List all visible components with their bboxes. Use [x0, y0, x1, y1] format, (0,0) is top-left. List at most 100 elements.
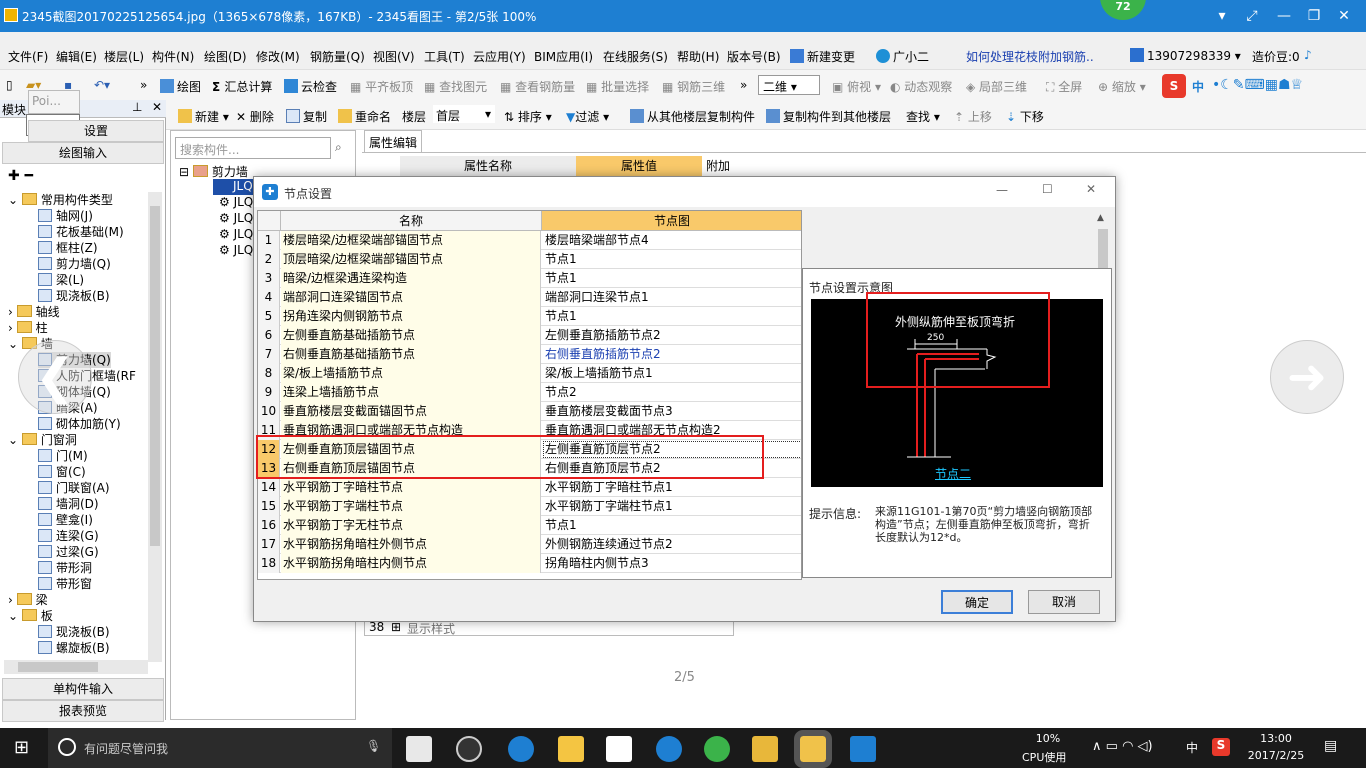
menu-modify[interactable]: 修改(M) [256, 48, 300, 65]
dialog-minimize-button[interactable]: — [996, 183, 1008, 197]
windows-start-icon[interactable]: ⊞ [14, 738, 34, 758]
tree-item[interactable]: 窗(C) [38, 464, 86, 480]
component-item[interactable]: ⚙ JLQ [219, 227, 253, 241]
menu-help[interactable]: 帮助(H) [677, 48, 719, 65]
node-value-cell[interactable]: 垂直筋楼层变截面节点3 [542, 402, 801, 421]
node-value-cell[interactable]: 水平钢筋丁字暗柱节点1 [542, 478, 801, 497]
move-up-button[interactable]: ⇡ 上移 [954, 108, 992, 125]
app-icon-green[interactable] [704, 736, 730, 762]
menu-version[interactable]: 版本号(B) [727, 48, 781, 65]
menu-rebar[interactable]: 钢筋量(Q) [310, 48, 365, 65]
draw-button[interactable]: 绘图 [160, 78, 201, 95]
menu-bim[interactable]: BIM应用(I) [534, 48, 593, 65]
tree-folder[interactable]: ⌄ 常用构件类型 [8, 192, 113, 208]
copy-from-floor-button[interactable]: 从其他楼层复制构件 [630, 108, 755, 125]
tree-item[interactable]: 花板基础(M) [38, 224, 124, 240]
next-image-arrow[interactable]: ➜ [1270, 340, 1344, 414]
fullscreen-button[interactable]: ⛶ 全屏 [1046, 78, 1082, 95]
expander-icon[interactable]: ⌄ [8, 193, 22, 207]
tree-item[interactable]: 螺旋板(B) [38, 640, 110, 656]
node-row[interactable]: 4 端部洞口连梁锚固节点 端部洞口连梁节点1 [258, 288, 801, 307]
copy-to-floor-button[interactable]: 复制构件到其他楼层 [766, 108, 891, 125]
tree-folder[interactable]: › 柱 [8, 320, 48, 336]
menu-component[interactable]: 构件(N) [152, 48, 194, 65]
menu-cloud[interactable]: 云应用(Y) [473, 48, 526, 65]
node-value-cell[interactable]: 节点1 [542, 269, 801, 288]
drawing-input-section[interactable]: 绘图输入 [2, 142, 164, 164]
tree-item[interactable]: 带形洞 [38, 560, 92, 576]
search-input[interactable]: 搜索构件... [175, 137, 331, 159]
node-value-cell[interactable]: 右侧垂直筋插筋节点2 [542, 345, 801, 364]
node-value-cell[interactable]: 拐角暗柱内侧节点3 [542, 554, 801, 573]
tree-item[interactable]: 墙洞(D) [38, 496, 99, 512]
expand-all-icon[interactable]: ✚ ━ [8, 168, 33, 184]
new-file-icon[interactable]: ▯ [6, 78, 13, 92]
menu-new-change[interactable]: 新建变更 [790, 48, 855, 65]
menu-online[interactable]: 在线服务(S) [603, 48, 668, 65]
expander-icon[interactable]: ⌄ [8, 337, 22, 351]
floor-select[interactable]: 首层 ▾ [432, 104, 496, 124]
menu-assistant[interactable]: 广小二 [876, 48, 929, 65]
tree-item[interactable]: 剪力墙(Q) [38, 256, 111, 272]
component-item[interactable]: ⚙ JLQ [219, 211, 253, 225]
report-section[interactable]: 报表预览 [2, 700, 164, 722]
search-icon[interactable]: ⌕ [335, 140, 342, 155]
dialog-scroll-thumb[interactable] [1098, 229, 1108, 269]
tray-ime[interactable]: 中 [1186, 739, 1198, 756]
settings-section[interactable]: 设置 [28, 120, 164, 142]
node-row[interactable]: 14 水平钢筋丁字暗柱节点 水平钢筋丁字暗柱节点1 [258, 478, 801, 497]
node-row[interactable]: 17 水平钢筋拐角暗柱外侧节点 外侧钢筋连续通过节点2 [258, 535, 801, 554]
menu-floor[interactable]: 楼层(L) [104, 48, 144, 65]
orbit-button[interactable]: ◐ 动态观察 [890, 78, 952, 95]
menu-edit[interactable]: 编辑(E) [56, 48, 97, 65]
expand-icon[interactable]: ⊞ [391, 620, 401, 634]
tree-item[interactable]: 现浇板(B) [38, 288, 110, 304]
close-button[interactable]: ✕ [1334, 6, 1354, 26]
delete-button[interactable]: ✕ 删除 [236, 108, 274, 125]
cancel-button[interactable]: 取消 [1028, 590, 1100, 614]
node-link[interactable]: 节点二 [935, 465, 971, 482]
tree-item[interactable]: 带形窗 [38, 576, 92, 592]
tray-sogou-icon[interactable]: S [1212, 738, 1230, 756]
node-row[interactable]: 8 梁/板上墙插筋节点 梁/板上墙插筋节点1 [258, 364, 801, 383]
tree-item[interactable]: 壁龛(I) [38, 512, 93, 528]
dialog-close-button[interactable]: ✕ [1086, 182, 1096, 196]
node-row[interactable]: 18 水平钢筋拐角暗柱内侧节点 拐角暗柱内侧节点3 [258, 554, 801, 573]
node-value-cell[interactable]: 端部洞口连梁节点1 [542, 288, 801, 307]
expander-icon[interactable]: › [8, 593, 17, 607]
help-link[interactable]: 如何处理花枝附加钢筋.. [966, 48, 1094, 65]
notification-icon[interactable]: ▤ [1324, 738, 1337, 754]
node-value-cell[interactable]: 梁/板上墙插筋节点1 [542, 364, 801, 383]
pin-icon[interactable]: ⊥ [132, 100, 142, 114]
ime-tools-icon[interactable]: •☾✎⌨▦☗♕ [1212, 77, 1303, 93]
ime-lang[interactable]: 中 [1192, 78, 1204, 95]
node-value-cell[interactable]: 外侧钢筋连续通过节点2 [542, 535, 801, 554]
move-down-button[interactable]: ⇣ 下移 [1006, 108, 1044, 125]
node-value-cell[interactable]: 水平钢筋丁字端柱节点1 [542, 497, 801, 516]
rebar-3d-button[interactable]: ▦ 钢筋三维 [662, 78, 725, 95]
edge-icon[interactable] [508, 736, 534, 762]
view-rebar-button[interactable]: ▦ 查看钢筋量 [500, 78, 575, 95]
user-account[interactable]: 13907298339 ▾ [1130, 48, 1241, 63]
tree-hscrollbar[interactable] [4, 660, 148, 674]
node-row[interactable]: 16 水平钢筋丁字无柱节点 节点1 [258, 516, 801, 535]
copy-button[interactable]: 复制 [286, 108, 327, 125]
single-input-section[interactable]: 单构件输入 [2, 678, 164, 700]
local-3d-button[interactable]: ◈ 局部三维 [966, 78, 1027, 95]
top-view-button[interactable]: ▣ 俯视 ▾ [832, 78, 881, 95]
component-item[interactable]: ⚙ JLQ [219, 243, 253, 257]
popup-item[interactable]: Poi... [28, 90, 80, 114]
sogou-icon[interactable]: S [1162, 74, 1186, 98]
overflow-icon[interactable]: » [140, 78, 147, 92]
microphone-icon[interactable]: 🎙 [366, 739, 381, 753]
chevron-down-icon[interactable]: ▾ [1212, 6, 1232, 26]
tree-folder[interactable]: › 轴线 [8, 304, 60, 320]
new-component-button[interactable]: 新建 ▾ [178, 108, 229, 125]
node-row[interactable]: 10 垂直筋楼层变截面锚固节点 垂直筋楼层变截面节点3 [258, 402, 801, 421]
app-icon-plus[interactable] [850, 736, 876, 762]
previous-image-arrow[interactable]: ❮ [18, 340, 92, 414]
tree-scroll-thumb[interactable] [150, 206, 160, 546]
filter-button[interactable]: ▼过滤 ▾ [566, 108, 609, 125]
node-value-cell[interactable]: 左侧垂直筋插筋节点2 [542, 326, 801, 345]
tree-item[interactable]: 连梁(G) [38, 528, 99, 544]
